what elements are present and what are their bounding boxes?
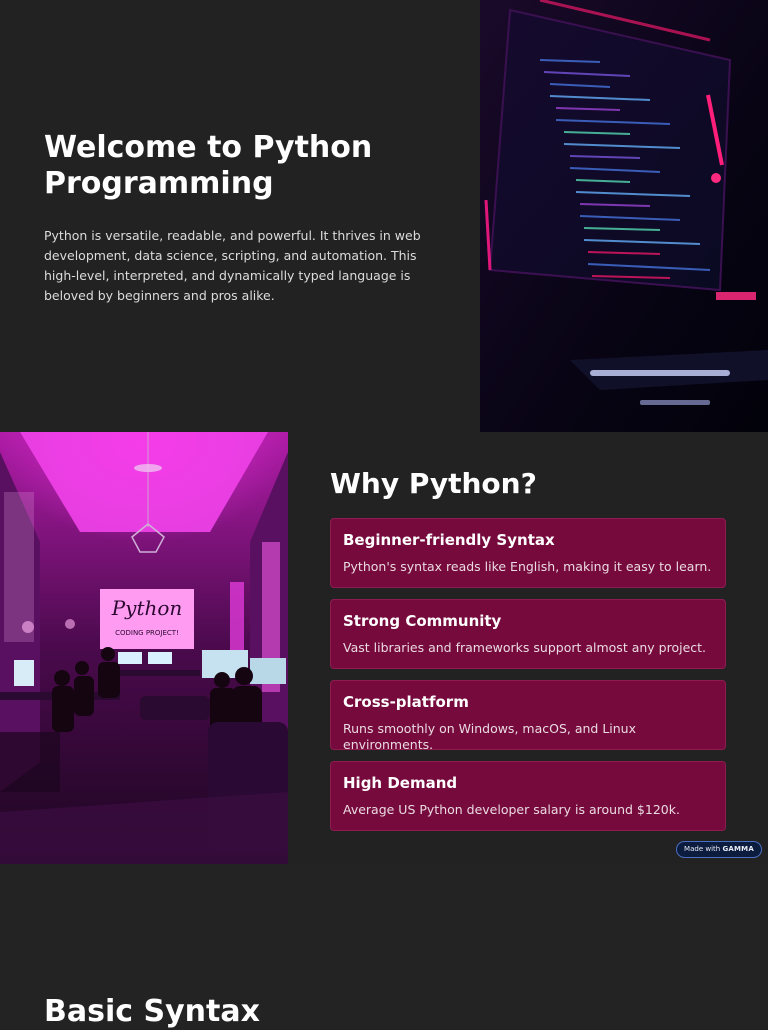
laptop-illustration bbox=[480, 0, 768, 432]
hero-laptop-code-image bbox=[480, 0, 768, 432]
benefit-cards: Beginner-friendly Syntax Python's syntax… bbox=[330, 518, 726, 842]
benefit-card-description: Runs smoothly on Windows, macOS, and Lin… bbox=[343, 721, 636, 752]
coding-project-sign-text: CODING PROJECT! bbox=[115, 629, 179, 637]
why-python-section: Python CODING PROJECT! Why Python? Begin… bbox=[0, 432, 768, 864]
badge-prefix: Made with bbox=[684, 845, 721, 853]
coding-room-illustration: Python CODING PROJECT! bbox=[0, 432, 288, 864]
coding-room-image: Python CODING PROJECT! bbox=[0, 432, 288, 864]
basic-syntax-title: Basic Syntax bbox=[44, 994, 260, 1029]
benefit-card-community: Strong Community Vast libraries and fram… bbox=[330, 599, 726, 669]
why-python-title: Why Python? bbox=[330, 467, 537, 500]
benefit-card-description: Average US Python developer salary is ar… bbox=[343, 802, 680, 817]
benefit-card-high-demand: High Demand Average US Python developer … bbox=[330, 761, 726, 831]
benefit-card-title: High Demand bbox=[343, 774, 458, 792]
gamma-logo-text: GAMMA bbox=[722, 845, 754, 853]
hero-section: Welcome to Python Programming Python is … bbox=[0, 0, 768, 432]
benefit-card-description: Python's syntax reads like English, maki… bbox=[343, 559, 712, 574]
hero-text-block: Welcome to Python Programming Python is … bbox=[44, 130, 434, 306]
benefit-card-title: Strong Community bbox=[343, 612, 502, 630]
benefit-card-title: Beginner-friendly Syntax bbox=[343, 531, 555, 549]
benefit-card-description: Vast libraries and frameworks support al… bbox=[343, 640, 707, 655]
benefit-card-beginner-friendly: Beginner-friendly Syntax Python's syntax… bbox=[330, 518, 726, 588]
hero-title: Welcome to Python Programming bbox=[44, 130, 373, 201]
benefit-card-cross-platform: Cross-platform Runs smoothly on Windows,… bbox=[330, 680, 726, 752]
benefit-card-title: Cross-platform bbox=[343, 693, 469, 711]
hero-description: Python is versatile, readable, and power… bbox=[44, 228, 421, 303]
made-with-gamma-badge[interactable]: Made with GAMMA bbox=[676, 841, 762, 858]
python-sign-text: Python bbox=[111, 596, 183, 620]
